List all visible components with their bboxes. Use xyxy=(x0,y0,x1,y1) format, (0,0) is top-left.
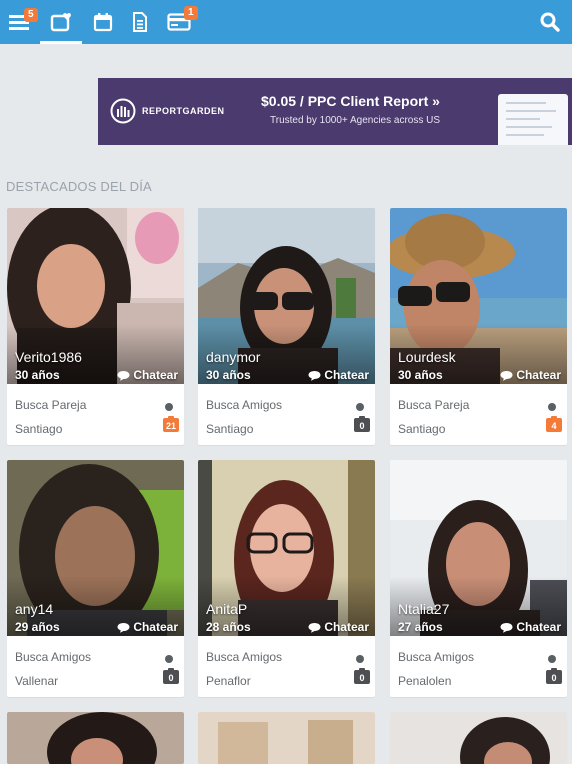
profile-seeking: Busca Pareja xyxy=(398,398,470,412)
menu-button[interactable] xyxy=(7,0,31,44)
photo-count-badge: 0 xyxy=(163,670,179,684)
photo-count-badge: 0 xyxy=(354,670,370,684)
profile-city: Penalolen xyxy=(398,674,452,688)
profile-card[interactable]: AnitaP 28 años Chatear Busca Amigos Pena… xyxy=(198,460,375,697)
photo-count-badge: 0 xyxy=(354,418,370,432)
profile-age: 30 años xyxy=(15,368,60,382)
chat-button[interactable]: Chatear xyxy=(117,620,178,634)
chat-bubble-icon xyxy=(117,622,130,633)
profile-card[interactable] xyxy=(198,712,375,764)
documents-button[interactable] xyxy=(129,0,151,44)
profile-username[interactable]: AnitaP xyxy=(206,601,247,617)
profile-photo[interactable]: Ntalia27 27 años Chatear xyxy=(390,460,567,636)
profile-age: 29 años xyxy=(15,620,60,634)
section-title: DESTACADOS DEL DÍA xyxy=(6,179,152,194)
profile-card[interactable] xyxy=(7,712,184,764)
online-status-dot xyxy=(548,403,556,411)
profile-age: 30 años xyxy=(398,368,443,382)
profile-photo[interactable]: Verito1986 30 años Chatear xyxy=(7,208,184,384)
profile-card[interactable]: Lourdesk 30 años Chatear Busca Pareja Sa… xyxy=(390,208,567,445)
reportgarden-logo-icon xyxy=(110,98,136,124)
photo-count: 0 xyxy=(168,673,174,683)
chat-bubble-icon xyxy=(117,370,130,381)
active-tab-indicator xyxy=(40,41,82,44)
chat-button[interactable]: Chatear xyxy=(500,620,561,634)
chat-label: Chatear xyxy=(324,368,369,382)
online-status-dot xyxy=(356,403,364,411)
chat-label: Chatear xyxy=(133,368,178,382)
profile-seeking: Busca Amigos xyxy=(15,650,92,664)
profile-city: Santiago xyxy=(398,422,446,436)
profile-city: Santiago xyxy=(15,422,63,436)
profile-card[interactable]: Verito1986 30 años Chatear Busca Pareja … xyxy=(7,208,184,445)
online-status-dot xyxy=(165,655,173,663)
chat-button[interactable]: Chatear xyxy=(117,368,178,382)
photo-count: 4 xyxy=(551,421,557,431)
ad-title: $0.05 / PPC Client Report » xyxy=(261,93,440,109)
profile-city: Vallenar xyxy=(15,674,59,688)
menu-notification-badge: 5 xyxy=(24,8,38,22)
profile-username[interactable]: Lourdesk xyxy=(398,349,456,365)
profile-username[interactable]: Verito1986 xyxy=(15,349,82,365)
chat-bubble-icon xyxy=(500,370,513,381)
profile-photo[interactable]: Lourdesk 30 años Chatear xyxy=(390,208,567,384)
online-status-dot xyxy=(165,403,173,411)
profile-photo-image xyxy=(198,712,375,764)
search-button[interactable] xyxy=(537,0,563,44)
chat-bubble-icon xyxy=(500,622,513,633)
profile-city: Santiago xyxy=(206,422,254,436)
profile-photo[interactable]: any14 29 años Chatear xyxy=(7,460,184,636)
chat-label: Chatear xyxy=(133,620,178,634)
document-icon xyxy=(133,12,147,32)
profile-photo-image xyxy=(390,712,567,764)
profile-username[interactable]: Ntalia27 xyxy=(398,601,449,617)
profile-age: 30 años xyxy=(206,368,251,382)
photo-count: 21 xyxy=(165,421,176,431)
online-status-dot xyxy=(548,655,556,663)
profile-seeking: Busca Amigos xyxy=(206,650,283,664)
chat-label: Chatear xyxy=(516,620,561,634)
calendar-button[interactable] xyxy=(91,0,115,44)
profile-city: Penaflor xyxy=(206,674,251,688)
calendar-icon xyxy=(93,13,113,32)
photo-count: 0 xyxy=(551,673,557,683)
top-nav-bar: 5 1 xyxy=(0,0,572,44)
search-icon xyxy=(540,12,560,32)
photo-count-badge: 4 xyxy=(546,418,562,432)
photo-count: 0 xyxy=(359,673,365,683)
profile-username[interactable]: any14 xyxy=(15,601,53,617)
profile-card[interactable]: danymor 30 años Chatear Busca Amigos San… xyxy=(198,208,375,445)
credits-notification-badge: 1 xyxy=(184,6,198,20)
chat-bubble-icon xyxy=(308,370,321,381)
ad-logo-text: REPORTGARDEN xyxy=(142,106,225,116)
profile-age: 27 años xyxy=(398,620,443,634)
online-status-dot xyxy=(356,655,364,663)
profile-photo-image xyxy=(7,712,184,764)
ad-logo: REPORTGARDEN xyxy=(110,98,225,124)
photo-count-badge: 0 xyxy=(546,670,562,684)
profile-seeking: Busca Pareja xyxy=(15,398,87,412)
chat-button[interactable]: Chatear xyxy=(500,368,561,382)
ad-subtitle: Trusted by 1000+ Agencies across US xyxy=(270,115,440,126)
profile-age: 28 años xyxy=(206,620,251,634)
profile-card[interactable] xyxy=(390,712,567,764)
photo-count: 0 xyxy=(359,421,365,431)
matches-button[interactable] xyxy=(48,0,76,44)
profile-photo[interactable]: AnitaP 28 años Chatear xyxy=(198,460,375,636)
matches-icon xyxy=(50,13,71,32)
ad-banner[interactable]: REPORTGARDEN $0.05 / PPC Client Report »… xyxy=(98,78,572,145)
chat-button[interactable]: Chatear xyxy=(308,620,369,634)
profile-card[interactable]: any14 29 años Chatear Busca Amigos Valle… xyxy=(7,460,184,697)
profile-seeking: Busca Amigos xyxy=(398,650,475,664)
chat-bubble-icon xyxy=(308,622,321,633)
chat-button[interactable]: Chatear xyxy=(308,368,369,382)
profile-username[interactable]: danymor xyxy=(206,349,260,365)
photo-count-badge: 21 xyxy=(162,418,179,432)
chat-label: Chatear xyxy=(324,620,369,634)
profile-card[interactable]: Ntalia27 27 años Chatear Busca Amigos Pe… xyxy=(390,460,567,697)
profile-photo[interactable]: danymor 30 años Chatear xyxy=(198,208,375,384)
chat-label: Chatear xyxy=(516,368,561,382)
ad-report-preview xyxy=(498,94,568,145)
profile-seeking: Busca Amigos xyxy=(206,398,283,412)
